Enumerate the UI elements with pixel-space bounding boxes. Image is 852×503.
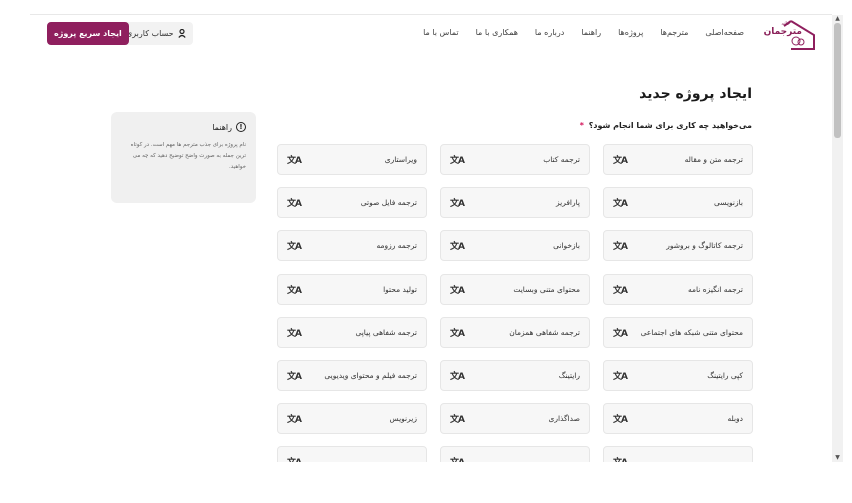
service-card[interactable]: دوبله 文A	[603, 403, 753, 434]
service-card-label: محتوای متنی شبکه های اجتماعی	[640, 328, 743, 337]
page-title: ایجاد پروژه جدید	[639, 86, 752, 102]
service-question: می‌خواهید چه کاری برای شما انجام شود؟ *	[580, 121, 752, 130]
page-viewport: خانه مترجمان صفحه‌اصلی مترجم‌ها پروژه‌ها…	[0, 0, 832, 462]
nav-item-translators[interactable]: مترجم‌ها	[660, 28, 688, 37]
service-card-label: ترجمه متن و مقاله	[684, 155, 743, 164]
vertical-scrollbar[interactable]: ▲ ▼	[832, 15, 843, 462]
service-card[interactable]: ترجمه رزومه 文A	[277, 230, 427, 261]
scroll-down-arrow[interactable]: ▼	[834, 455, 841, 461]
translate-icon: 文A	[450, 242, 465, 252]
service-card-label: ترجمه کتاب	[543, 155, 580, 164]
translate-icon: 文A	[287, 286, 302, 296]
service-card[interactable]: محتوای متنی وبسایت 文A	[440, 274, 590, 305]
help-box: ! راهنما نام پروژه برای جذب مترجم ها مهم…	[111, 112, 256, 203]
translate-icon: 文A	[287, 415, 302, 425]
service-card[interactable]: ترجمه کاتالوگ و بروشور 文A	[603, 230, 753, 261]
translate-icon: 文A	[287, 156, 302, 166]
translate-icon: 文A	[613, 372, 628, 382]
service-card[interactable]: 文A	[440, 446, 590, 462]
service-card-label: ترجمه شفاهی پیاپی	[355, 328, 417, 337]
translate-icon: 文A	[287, 372, 302, 382]
user-icon	[177, 29, 186, 38]
service-card[interactable]: 文A	[277, 446, 427, 462]
service-card-label: ترجمه انگیزه نامه	[687, 285, 743, 294]
service-card-label: زیرنویس	[389, 414, 417, 423]
service-card-label: ترجمه فایل صوتی	[360, 198, 417, 207]
scroll-up-arrow[interactable]: ▲	[834, 16, 841, 22]
translate-icon: 文A	[287, 199, 302, 209]
info-icon: !	[236, 122, 246, 132]
service-card-label: تولید محتوا	[383, 285, 417, 294]
service-card-label: کپی رایتینگ	[707, 371, 743, 380]
quick-create-project-button[interactable]: ایجاد سریع پروژه	[47, 22, 129, 45]
service-card-label: صداگذاری	[548, 414, 580, 423]
service-card-label: محتوای متنی وبسایت	[513, 285, 580, 294]
translate-icon: 文A	[613, 455, 628, 462]
translate-icon: 文A	[450, 415, 465, 425]
service-card[interactable]: تولید محتوا 文A	[277, 274, 427, 305]
translate-icon: 文A	[450, 455, 465, 462]
service-card[interactable]: پارافریز 文A	[440, 187, 590, 218]
help-title-text: راهنما	[212, 122, 232, 132]
service-card-label: ترجمه کاتالوگ و بروشور	[666, 241, 743, 250]
translate-icon: 文A	[287, 329, 302, 339]
translate-icon: 文A	[613, 329, 628, 339]
account-button-label: حساب کاربری	[126, 29, 174, 38]
account-button[interactable]: حساب کاربری	[119, 22, 193, 45]
service-card-label: پارافریز	[555, 198, 580, 207]
service-card-label: ویراستاری	[384, 155, 417, 164]
nav-item-about[interactable]: درباره ما	[535, 28, 564, 37]
translate-icon: 文A	[450, 286, 465, 296]
logo-text: مترجمان	[763, 27, 802, 37]
service-card[interactable]: ترجمه شفاهی پیاپی 文A	[277, 317, 427, 348]
nav-item-contact[interactable]: تماس با ما	[423, 28, 459, 37]
service-card[interactable]: صداگذاری 文A	[440, 403, 590, 434]
service-card-label: ترجمه شفاهی همزمان	[509, 328, 580, 337]
translate-icon: 文A	[613, 286, 628, 296]
required-mark: *	[579, 121, 584, 130]
service-card[interactable]: رایتینگ 文A	[440, 360, 590, 391]
service-card[interactable]: بازخوانی 文A	[440, 230, 590, 261]
service-card[interactable]: زیرنویس 文A	[277, 403, 427, 434]
translate-icon: 文A	[613, 156, 628, 166]
translate-icon: 文A	[450, 199, 465, 209]
service-card[interactable]: کپی رایتینگ 文A	[603, 360, 753, 391]
service-card[interactable]: بازنویسی 文A	[603, 187, 753, 218]
service-card-label: رایتینگ	[558, 371, 580, 380]
service-card-label: ترجمه رزومه	[376, 241, 417, 250]
service-card-label: بازنویسی	[714, 198, 743, 207]
translate-icon: 文A	[287, 455, 302, 462]
service-card[interactable]: ترجمه فایل صوتی 文A	[277, 187, 427, 218]
translate-icon: 文A	[287, 242, 302, 252]
main-nav: صفحه‌اصلی مترجم‌ها پروژه‌ها راهنما دربار…	[423, 28, 744, 37]
service-card[interactable]: 文A	[603, 446, 753, 462]
nav-item-guide[interactable]: راهنما	[581, 28, 601, 37]
question-text: می‌خواهید چه کاری برای شما انجام شود؟	[588, 121, 752, 130]
service-card[interactable]: ترجمه فیلم و محتوای ویدیویی 文A	[277, 360, 427, 391]
service-card-label: ترجمه فیلم و محتوای ویدیویی	[324, 371, 417, 380]
service-card[interactable]: محتوای متنی شبکه های اجتماعی 文A	[603, 317, 753, 348]
translate-icon: 文A	[613, 242, 628, 252]
help-title: ! راهنما	[121, 122, 246, 132]
service-card[interactable]: ویراستاری 文A	[277, 144, 427, 175]
service-card-label: بازخوانی	[553, 241, 580, 250]
service-card[interactable]: ترجمه شفاهی همزمان 文A	[440, 317, 590, 348]
translate-icon: 文A	[450, 329, 465, 339]
scroll-thumb[interactable]	[834, 23, 841, 138]
translate-icon: 文A	[450, 372, 465, 382]
service-card-label: دوبله	[727, 414, 743, 423]
quick-create-label: ایجاد سریع پروژه	[54, 29, 122, 38]
nav-item-home[interactable]: صفحه‌اصلی	[705, 28, 744, 37]
service-card[interactable]: ترجمه کتاب 文A	[440, 144, 590, 175]
service-card[interactable]: ترجمه متن و مقاله 文A	[603, 144, 753, 175]
nav-item-projects[interactable]: پروژه‌ها	[618, 28, 643, 37]
nav-item-cooperate[interactable]: همکاری با ما	[476, 28, 518, 37]
translate-icon: 文A	[613, 199, 628, 209]
help-text: نام پروژه برای جذب مترجم ها مهم است. در …	[130, 142, 246, 170]
translate-icon: 文A	[613, 415, 628, 425]
translate-icon: 文A	[450, 156, 465, 166]
site-header: خانه مترجمان صفحه‌اصلی مترجم‌ها پروژه‌ها…	[30, 15, 832, 55]
service-card[interactable]: ترجمه انگیزه نامه 文A	[603, 274, 753, 305]
